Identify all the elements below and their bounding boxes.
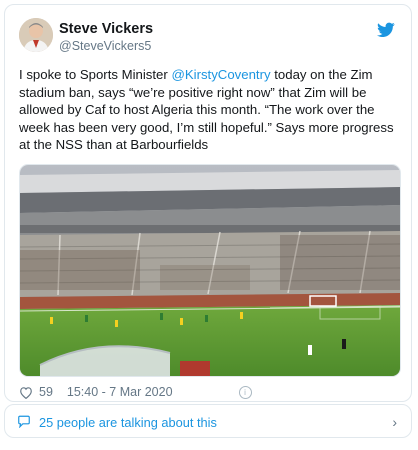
- author-handle[interactable]: @SteveVickers5: [59, 39, 151, 53]
- avatar[interactable]: [19, 18, 53, 52]
- tweet-text-part1: I spoke to Sports Minister: [19, 67, 172, 82]
- tweet-text: I spoke to Sports Minister @KirstyCovent…: [19, 66, 401, 154]
- twitter-bird-icon[interactable]: [377, 22, 395, 38]
- tweet-card: Steve Vickers @SteveVickers5 I spoke to …: [4, 4, 412, 402]
- tweet-photo[interactable]: [19, 164, 401, 377]
- tweet-timestamp[interactable]: 15:40 - 7 Mar 2020: [67, 385, 173, 399]
- chevron-right-icon[interactable]: ›: [392, 414, 397, 430]
- conversation-link[interactable]: 25 people are talking about this ›: [4, 404, 412, 438]
- mention-link[interactable]: @KirstyCoventry: [171, 67, 270, 82]
- like-count: 59: [39, 385, 53, 399]
- conversation-label[interactable]: 25 people are talking about this: [39, 415, 217, 430]
- info-icon[interactable]: i: [238, 385, 252, 399]
- tweet-meta: 59 15:40 - 7 Mar 2020 i: [19, 385, 252, 399]
- speech-bubble-icon: [18, 415, 30, 428]
- author-name[interactable]: Steve Vickers: [59, 21, 153, 37]
- heart-icon[interactable]: [19, 386, 33, 399]
